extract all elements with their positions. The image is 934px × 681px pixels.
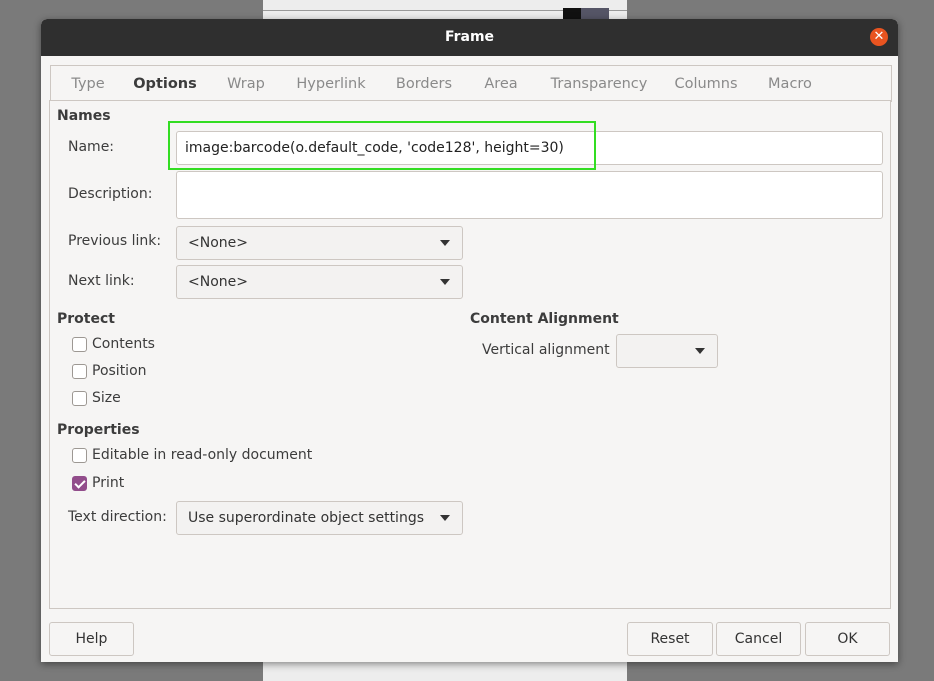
vertical-alignment-select[interactable] — [616, 334, 718, 368]
cancel-button[interactable]: Cancel — [716, 622, 801, 656]
text-direction-value: Use superordinate object settings — [188, 510, 424, 526]
tab-borders[interactable]: Borders — [392, 66, 456, 101]
protect-heading: Protect — [57, 311, 115, 327]
names-heading: Names — [57, 108, 111, 124]
tab-transparency[interactable]: Transparency — [547, 66, 651, 101]
close-icon[interactable]: ✕ — [870, 28, 888, 46]
protect-contents-label[interactable]: Contents — [92, 336, 155, 352]
properties-heading: Properties — [57, 422, 140, 438]
chevron-down-icon — [440, 279, 450, 285]
print-checkbox[interactable] — [72, 476, 87, 491]
help-button[interactable]: Help — [49, 622, 134, 656]
frame-dialog: Frame ✕ Type Options Wrap Hyperlink Bord… — [41, 19, 898, 662]
protect-position-label[interactable]: Position — [92, 363, 147, 379]
next-link-select[interactable]: <None> — [176, 265, 463, 299]
text-direction-select[interactable]: Use superordinate object settings — [176, 501, 463, 535]
previous-link-select[interactable]: <None> — [176, 226, 463, 260]
next-link-value: <None> — [188, 274, 248, 290]
chevron-down-icon — [440, 240, 450, 246]
previous-link-value: <None> — [188, 235, 248, 251]
tab-type[interactable]: Type — [61, 66, 115, 101]
editable-readonly-checkbox[interactable] — [72, 448, 87, 463]
protect-size-checkbox[interactable] — [72, 391, 87, 406]
protect-size-label[interactable]: Size — [92, 390, 121, 406]
editable-readonly-label[interactable]: Editable in read-only document — [92, 447, 312, 463]
previous-link-label: Previous link: — [68, 233, 162, 249]
description-field[interactable] — [176, 171, 883, 219]
tab-bar: Type Options Wrap Hyperlink Borders Area… — [50, 65, 892, 102]
text-direction-label: Text direction: — [68, 509, 167, 525]
chevron-down-icon — [440, 515, 450, 521]
protect-position-checkbox[interactable] — [72, 364, 87, 379]
description-label: Description: — [68, 186, 153, 202]
reset-button[interactable]: Reset — [627, 622, 713, 656]
tab-options[interactable]: Options — [125, 66, 205, 102]
dialog-title: Frame — [444, 29, 495, 45]
tab-hyperlink[interactable]: Hyperlink — [291, 66, 371, 101]
tab-columns[interactable]: Columns — [673, 66, 739, 101]
title-bar: Frame ✕ — [41, 19, 898, 56]
name-label: Name: — [68, 139, 115, 155]
tab-macro[interactable]: Macro — [766, 66, 814, 101]
content-alignment-heading: Content Alignment — [470, 311, 619, 327]
protect-contents-checkbox[interactable] — [72, 337, 87, 352]
chevron-down-icon — [695, 348, 705, 354]
next-link-label: Next link: — [68, 273, 135, 289]
tab-wrap[interactable]: Wrap — [223, 66, 269, 101]
name-field[interactable]: image:barcode(o.default_code, 'code128',… — [176, 131, 883, 165]
print-label[interactable]: Print — [92, 475, 124, 491]
vertical-alignment-label: Vertical alignment — [482, 342, 610, 358]
tab-area[interactable]: Area — [479, 66, 523, 101]
ok-button[interactable]: OK — [805, 622, 890, 656]
